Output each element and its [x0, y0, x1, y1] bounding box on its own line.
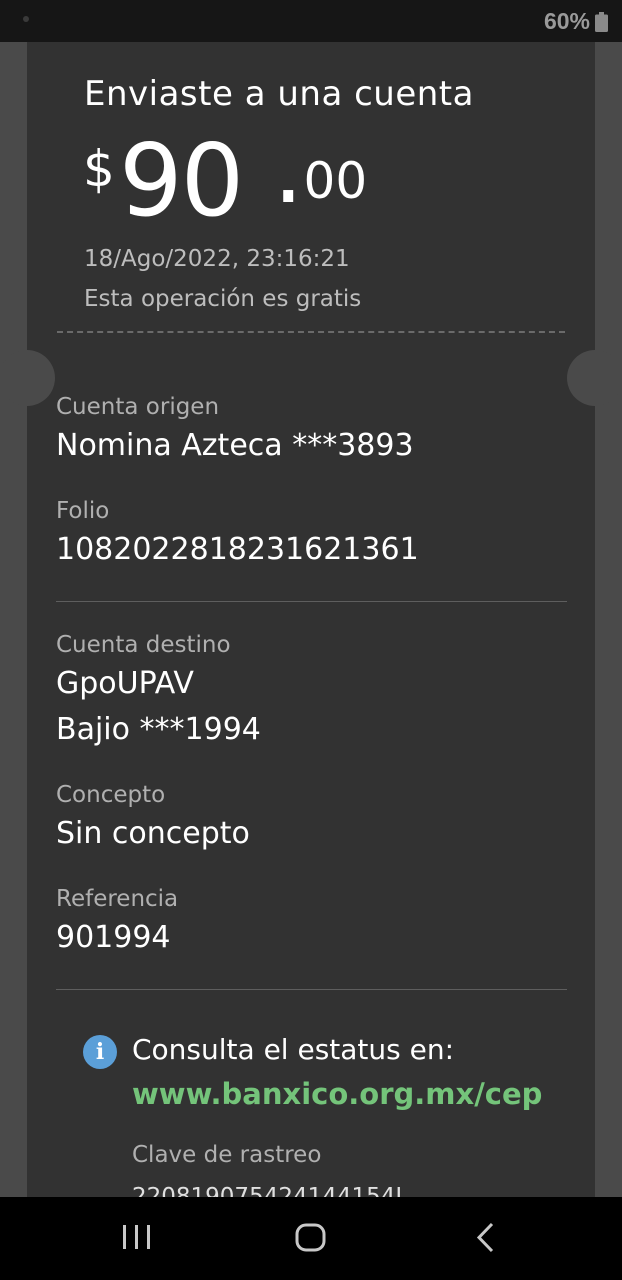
cents-value: 00: [303, 152, 368, 210]
back-icon[interactable]: [461, 1217, 511, 1259]
reference-label: Referencia: [56, 886, 179, 912]
receipt-card: Enviaste a una cuenta $ 90 .00 18/Ago/20…: [0, 42, 622, 1210]
battery-percentage: 60%: [543, 8, 590, 34]
home-icon[interactable]: [286, 1217, 336, 1259]
status-info-text: Consulta el estatus en:: [132, 1033, 455, 1066]
banxico-cep-link[interactable]: www.banxico.org.mx/cep: [132, 1077, 542, 1111]
folio-value: 108202281823162136​1: [56, 532, 419, 567]
amount-integer: 90: [119, 122, 244, 239]
concept-value: Sin concepto: [56, 816, 250, 851]
screen: 60% Enviaste a una cuenta $ 90 .00 18/Ag…: [0, 0, 622, 1280]
amount-cents: .00: [273, 113, 368, 225]
ticket-dashed-divider: [57, 331, 565, 333]
battery-icon: [595, 12, 608, 32]
destination-account-label: Cuenta destino: [56, 632, 231, 658]
origin-account-label: Cuenta origen: [56, 394, 220, 420]
destination-account-value: Bajio ***1994: [56, 712, 261, 747]
decimal-separator: .: [273, 113, 304, 225]
section-divider: [56, 601, 567, 602]
section-divider: [56, 989, 567, 990]
transaction-datetime: 18/Ago/2022, 23:16:21: [84, 246, 350, 272]
recent-apps-icon[interactable]: [112, 1217, 162, 1259]
receipt-title: Enviaste a una cuenta: [84, 74, 474, 114]
fee-note: Esta operación es gratis: [84, 286, 362, 312]
status-bar: 60%: [0, 0, 622, 42]
tracking-key-label: Clave de rastreo: [132, 1142, 322, 1168]
folio-label: Folio: [56, 498, 110, 524]
origin-account-value: Nomina Azteca ***3893: [56, 428, 414, 463]
ticket-notch-right: [567, 350, 622, 406]
destination-name: GpoUPAV: [56, 666, 194, 701]
reference-value: 901994: [56, 920, 171, 955]
currency-symbol: $: [83, 140, 115, 198]
navigation-bar: [0, 1197, 622, 1280]
notification-dot-icon: [23, 16, 29, 22]
concept-label: Concepto: [56, 782, 166, 808]
info-icon: i: [83, 1035, 117, 1069]
ticket-notch-left: [0, 350, 55, 406]
